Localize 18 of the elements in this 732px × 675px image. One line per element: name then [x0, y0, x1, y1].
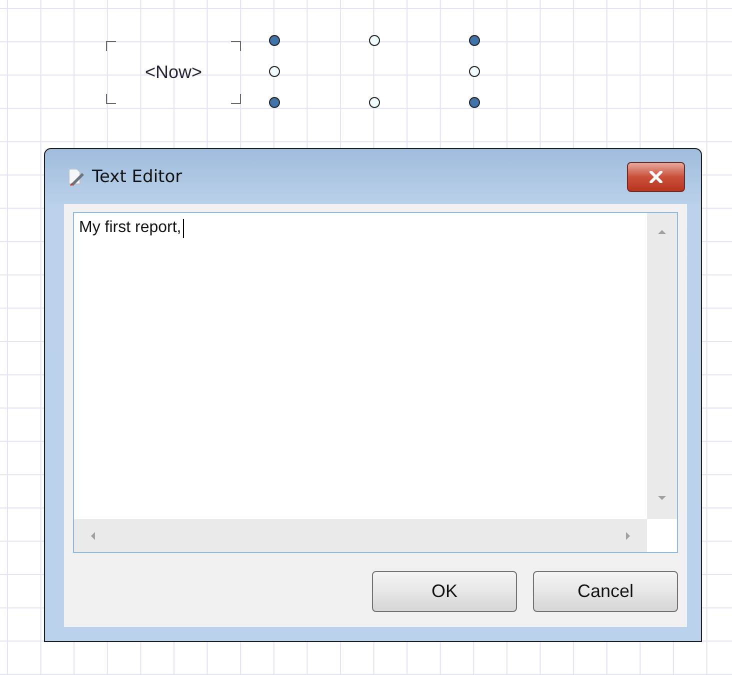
date-field[interactable]: <Now> — [106, 41, 241, 104]
pen-icon — [66, 166, 86, 186]
resize-handle[interactable] — [269, 97, 280, 108]
close-icon — [649, 170, 663, 182]
resize-handle[interactable] — [369, 35, 380, 46]
resize-handle[interactable] — [269, 35, 280, 46]
field-text: <Now> — [144, 62, 202, 83]
window-title: Text Editor — [92, 166, 184, 186]
ok-button[interactable]: OK — [372, 571, 517, 612]
text-area[interactable]: My first report, — [73, 212, 678, 553]
editor-text: My first report, — [79, 219, 182, 237]
resize-handle[interactable] — [469, 97, 480, 108]
cancel-button[interactable]: Cancel — [533, 571, 678, 612]
resize-handle[interactable] — [269, 66, 280, 77]
resize-handle[interactable] — [469, 66, 480, 77]
resize-handle[interactable] — [369, 97, 380, 108]
resize-handle[interactable] — [469, 35, 480, 46]
close-button[interactable] — [627, 162, 685, 192]
